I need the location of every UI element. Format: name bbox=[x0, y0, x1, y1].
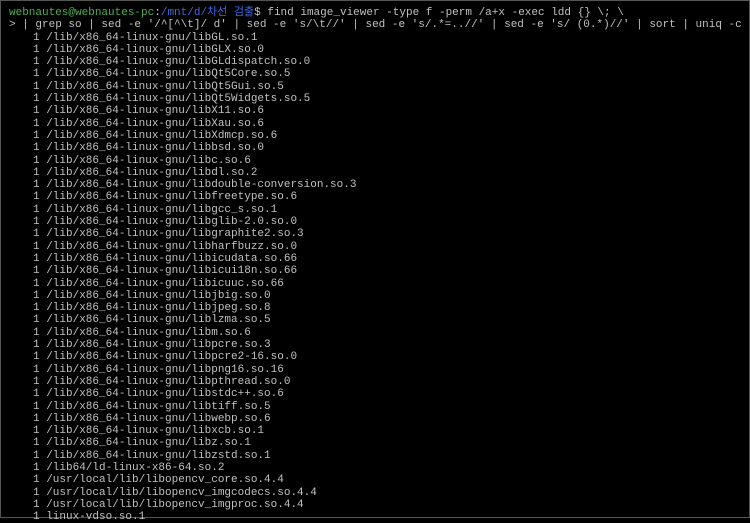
output-line: 1 /lib/x86_64-linux-gnu/libpthread.so.0 bbox=[9, 376, 741, 388]
output-line: 1 /lib/x86_64-linux-gnu/libXau.so.6 bbox=[9, 118, 741, 130]
output-line: 1 /lib/x86_64-linux-gnu/libxcb.so.1 bbox=[9, 425, 741, 437]
output-line: 1 /lib/x86_64-linux-gnu/libicudata.so.66 bbox=[9, 253, 741, 265]
output-line: 1 /lib/x86_64-linux-gnu/libX11.so.6 bbox=[9, 105, 741, 117]
output-line: 1 /lib/x86_64-linux-gnu/libc.so.6 bbox=[9, 155, 741, 167]
output-line: 1 /lib/x86_64-linux-gnu/libgcc_s.so.1 bbox=[9, 204, 741, 216]
output-line: 1 /lib/x86_64-linux-gnu/liblzma.so.5 bbox=[9, 314, 741, 326]
output-line: 1 /lib/x86_64-linux-gnu/libfreetype.so.6 bbox=[9, 191, 741, 203]
output-line: 1 /lib/x86_64-linux-gnu/libQt5Gui.so.5 bbox=[9, 81, 741, 93]
prompt-path: /mnt/d/차선 검출 bbox=[161, 7, 254, 19]
output-line: 1 /lib/x86_64-linux-gnu/libtiff.so.5 bbox=[9, 401, 741, 413]
prompt-dollar: $ bbox=[254, 7, 261, 19]
output-line: 1 /lib/x86_64-linux-gnu/libXdmcp.so.6 bbox=[9, 130, 741, 142]
output-line: 1 /lib/x86_64-linux-gnu/libpcre.so.3 bbox=[9, 339, 741, 351]
output-line: 1 /lib/x86_64-linux-gnu/libicuuc.so.66 bbox=[9, 278, 741, 290]
output-line: 1 /lib/x86_64-linux-gnu/libharfbuzz.so.0 bbox=[9, 241, 741, 253]
output-line: 1 /lib/x86_64-linux-gnu/libGLX.so.0 bbox=[9, 44, 741, 56]
output-line: 1 /lib/x86_64-linux-gnu/libgraphite2.so.… bbox=[9, 228, 741, 240]
prompt-user-host: webnautes@webnautes-pc bbox=[9, 7, 154, 19]
output-line: 1 /lib/x86_64-linux-gnu/libjbig.so.0 bbox=[9, 290, 741, 302]
prompt-line-1: webnautes@webnautes-pc:/mnt/d/차선 검출$ fin… bbox=[9, 7, 741, 19]
output-line: 1 /lib/x86_64-linux-gnu/libpcre2-16.so.0 bbox=[9, 351, 741, 363]
output-line: 1 /lib/x86_64-linux-gnu/libGLdispatch.so… bbox=[9, 56, 741, 68]
output-line: 1 /lib/x86_64-linux-gnu/libglib-2.0.so.0 bbox=[9, 216, 741, 228]
output-line: 1 /usr/local/lib/libopencv_core.so.4.4 bbox=[9, 474, 741, 486]
output-line: 1 /lib/x86_64-linux-gnu/libjpeg.so.8 bbox=[9, 302, 741, 314]
output-line: 1 /lib/x86_64-linux-gnu/libwebp.so.6 bbox=[9, 413, 741, 425]
output-line: 1 /lib/x86_64-linux-gnu/libGL.so.1 bbox=[9, 32, 741, 44]
command-text-1: find image_viewer -type f -perm /a+x -ex… bbox=[261, 7, 624, 19]
terminal[interactable]: webnautes@webnautes-pc:/mnt/d/차선 검출$ fin… bbox=[9, 7, 741, 523]
output-line: 1 /lib/x86_64-linux-gnu/libicui18n.so.66 bbox=[9, 265, 741, 277]
output-line: 1 linux-vdso.so.1 bbox=[9, 511, 741, 523]
prompt-colon: : bbox=[154, 7, 161, 19]
output-line: 1 /usr/local/lib/libopencv_imgcodecs.so.… bbox=[9, 487, 741, 499]
output-line: 1 /lib/x86_64-linux-gnu/libdouble-conver… bbox=[9, 179, 741, 191]
output-line: 1 /usr/local/lib/libopencv_imgproc.so.4.… bbox=[9, 499, 741, 511]
output-line: 1 /lib/x86_64-linux-gnu/libpng16.so.16 bbox=[9, 364, 741, 376]
output-line: 1 /lib/x86_64-linux-gnu/libQt5Core.so.5 bbox=[9, 68, 741, 80]
output-line: 1 /lib/x86_64-linux-gnu/libm.so.6 bbox=[9, 327, 741, 339]
output-line: 1 /lib/x86_64-linux-gnu/libQt5Widgets.so… bbox=[9, 93, 741, 105]
command-text-2: | grep so | sed -e '/^[^\t]/ d' | sed -e… bbox=[16, 19, 750, 31]
continuation-prompt: > bbox=[9, 19, 16, 31]
output-line: 1 /lib/x86_64-linux-gnu/libstdc++.so.6 bbox=[9, 388, 741, 400]
output-line: 1 /lib64/ld-linux-x86-64.so.2 bbox=[9, 462, 741, 474]
output-line: 1 /lib/x86_64-linux-gnu/libz.so.1 bbox=[9, 437, 741, 449]
prompt-line-2: > | grep so | sed -e '/^[^\t]/ d' | sed … bbox=[9, 19, 741, 31]
output-line: 1 /lib/x86_64-linux-gnu/libdl.so.2 bbox=[9, 167, 741, 179]
output-line: 1 /lib/x86_64-linux-gnu/libbsd.so.0 bbox=[9, 142, 741, 154]
output-line: 1 /lib/x86_64-linux-gnu/libzstd.so.1 bbox=[9, 450, 741, 462]
